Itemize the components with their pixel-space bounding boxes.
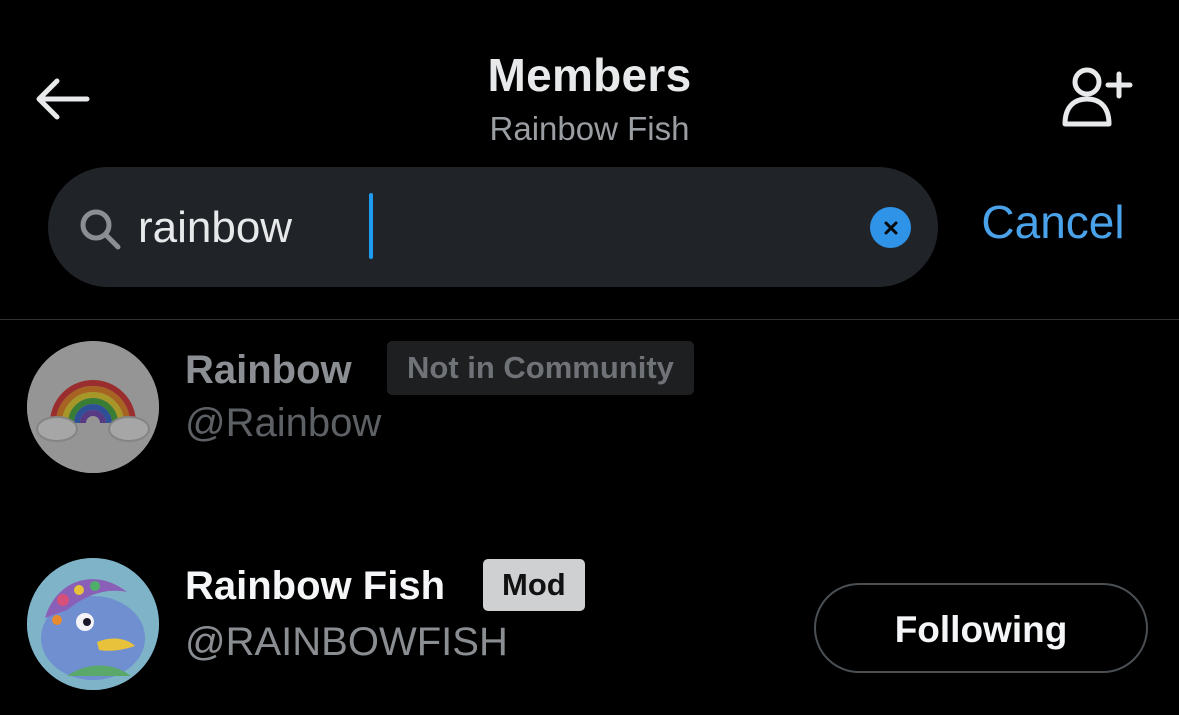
search-input[interactable] [138,195,858,261]
list-item[interactable]: Rainbow Not in Community @Rainbow [0,330,1179,500]
page-title: Members [487,49,692,101]
rainbow-fish-illustration [27,558,159,690]
member-handle: @Rainbow [185,401,382,445]
search-icon [80,209,121,250]
status-badge: Not in Community [387,341,694,395]
member-name: Rainbow [185,348,352,392]
person-plus-icon [1062,67,1133,127]
mod-badge: Mod [483,559,585,611]
rainbow-icon [27,341,159,473]
list-item[interactable]: Rainbow Fish Mod @RAINBOWFISH Following [0,548,1179,715]
member-handle: @RAINBOWFISH [185,620,508,664]
following-button[interactable]: Following [814,583,1148,673]
divider [0,319,1179,320]
search-bar[interactable] [48,167,938,287]
clear-search-button[interactable] [870,207,911,248]
cancel-button[interactable]: Cancel [958,190,1148,254]
add-member-button[interactable] [1056,62,1138,132]
page-subtitle: Rainbow Fish [489,110,690,147]
member-name: Rainbow Fish [185,564,445,608]
avatar[interactable] [27,558,159,690]
text-caret [369,193,373,259]
header: Members Rainbow Fish [0,0,1179,160]
close-icon [884,221,897,234]
avatar[interactable] [27,341,159,473]
